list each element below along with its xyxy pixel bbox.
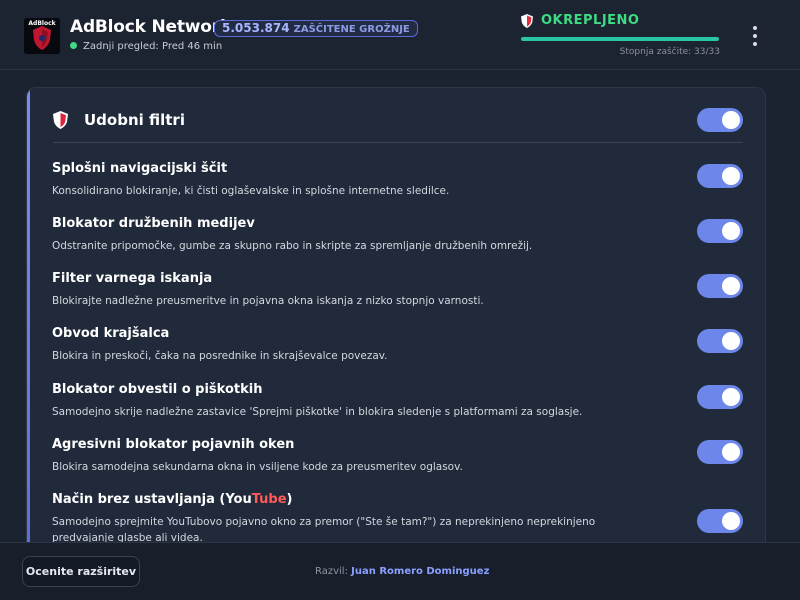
toggle-knob (722, 111, 740, 129)
app-header: AdBlock AdBlock Network 5.053.874 ZAŠČITE… (0, 0, 800, 70)
filter-item-shortener-bypass: Obvod krajšalca Blokira in preskoči, čak… (27, 326, 765, 381)
app-footer: Ocenite razširitev Razvil: Juan Romero D… (0, 542, 800, 600)
svg-text:AdBlock: AdBlock (28, 20, 56, 27)
filter-description: Blokira in preskoči, čaka na posrednike … (52, 350, 388, 362)
shield-icon (53, 111, 68, 129)
more-options-button[interactable] (746, 24, 764, 48)
toggle-cookie-notice-blocker[interactable] (697, 385, 743, 409)
filters-card: Udobni filtri Splošni navigacijski ščit … (26, 87, 766, 557)
toggle-aggressive-popup-blocker[interactable] (697, 440, 743, 464)
menu-dot-icon (753, 26, 757, 30)
filter-description: Konsolidirano blokiranje, ki čisti oglaš… (52, 185, 450, 197)
filter-title: Način brez ustavljanja (YouTube) (52, 492, 293, 507)
app-logo: AdBlock (24, 18, 60, 54)
filter-item-aggressive-popup-blocker: Agresivni blokator pojavnih oken Blokira… (27, 437, 765, 492)
protection-status: OKREPLJENO (541, 13, 640, 28)
main-content: Udobni filtri Splošni navigacijski ščit … (0, 71, 800, 557)
toggle-knob (722, 512, 740, 530)
toggle-nonstop-mode-youtube[interactable] (697, 509, 743, 533)
threat-count: 5.053.874 (222, 21, 290, 35)
filter-title-prefix: Način brez ustavljanja ( (52, 492, 226, 507)
filter-description: Odstranite pripomočke, gumbe za skupno r… (52, 240, 533, 252)
shield-icon (521, 14, 533, 28)
threat-label: ZAŠČITENE GROŽNJE (293, 24, 410, 35)
master-filters-toggle[interactable] (697, 108, 743, 132)
app-title: AdBlock Network (70, 17, 232, 37)
filter-item-social-media-blocker: Blokator družbenih medijev Odstranite pr… (27, 216, 765, 271)
toggle-general-navigation-shield[interactable] (697, 164, 743, 188)
protection-level: Stopnja zaščite: 33/33 (619, 47, 720, 57)
threat-counter-badge: 5.053.874 ZAŠČITENE GROŽNJE (214, 20, 418, 37)
toggle-knob (722, 167, 740, 185)
filter-title: Obvod krajšalca (52, 326, 170, 341)
filter-description: Blokirajte nadležne preusmeritve in poja… (52, 295, 484, 307)
filter-title: Blokator družbenih medijev (52, 216, 255, 231)
divider (53, 142, 743, 143)
card-header: Udobni filtri (27, 88, 765, 143)
menu-dot-icon (753, 34, 757, 38)
toggle-knob (722, 332, 740, 350)
toggle-safe-search-filter[interactable] (697, 274, 743, 298)
toggle-knob (722, 222, 740, 240)
menu-dot-icon (753, 42, 757, 46)
protection-progress-bar (521, 37, 719, 41)
card-title: Udobni filtri (84, 111, 185, 129)
toggle-shortener-bypass[interactable] (697, 329, 743, 353)
filter-item-nonstop-mode-youtube: Način brez ustavljanja (YouTube) Samodej… (27, 492, 765, 547)
last-review-text: Zadnji pregled: Pred 46 min (83, 41, 223, 52)
status-dot-icon (70, 42, 77, 49)
toggle-knob (722, 388, 740, 406)
filter-item-safe-search-filter: Filter varnega iskanja Blokirajte nadlež… (27, 271, 765, 326)
author-link[interactable]: Juan Romero Dominguez (351, 566, 489, 577)
filter-item-general-navigation-shield: Splošni navigacijski ščit Konsolidirano … (27, 161, 765, 216)
toggle-knob (722, 443, 740, 461)
filter-title: Filter varnega iskanja (52, 271, 213, 286)
rate-extension-button[interactable]: Ocenite razširitev (22, 556, 140, 587)
youtube-tube: Tube (251, 492, 287, 507)
filter-title: Agresivni blokator pojavnih oken (52, 437, 295, 452)
protection-progress-fill (521, 37, 719, 41)
credits-label: Razvil: (315, 566, 348, 577)
toggle-social-media-blocker[interactable] (697, 219, 743, 243)
filter-description: Samodejno skrije nadležne zastavice 'Spr… (52, 406, 583, 418)
youtube-you: You (225, 492, 252, 507)
filter-title: Splošni navigacijski ščit (52, 161, 228, 176)
last-review-status: Zadnji pregled: Pred 46 min (70, 41, 222, 52)
toggle-knob (722, 277, 740, 295)
filter-description: Blokira samodejna sekundarna okna in vsi… (52, 461, 463, 473)
developer-credits: Razvil: Juan Romero Dominguez (315, 566, 489, 577)
filter-title: Blokator obvestil o piškotkih (52, 382, 263, 397)
filter-item-cookie-notice-blocker: Blokator obvestil o piškotkih Samodejno … (27, 382, 765, 437)
filter-title-suffix: ) (286, 492, 293, 507)
